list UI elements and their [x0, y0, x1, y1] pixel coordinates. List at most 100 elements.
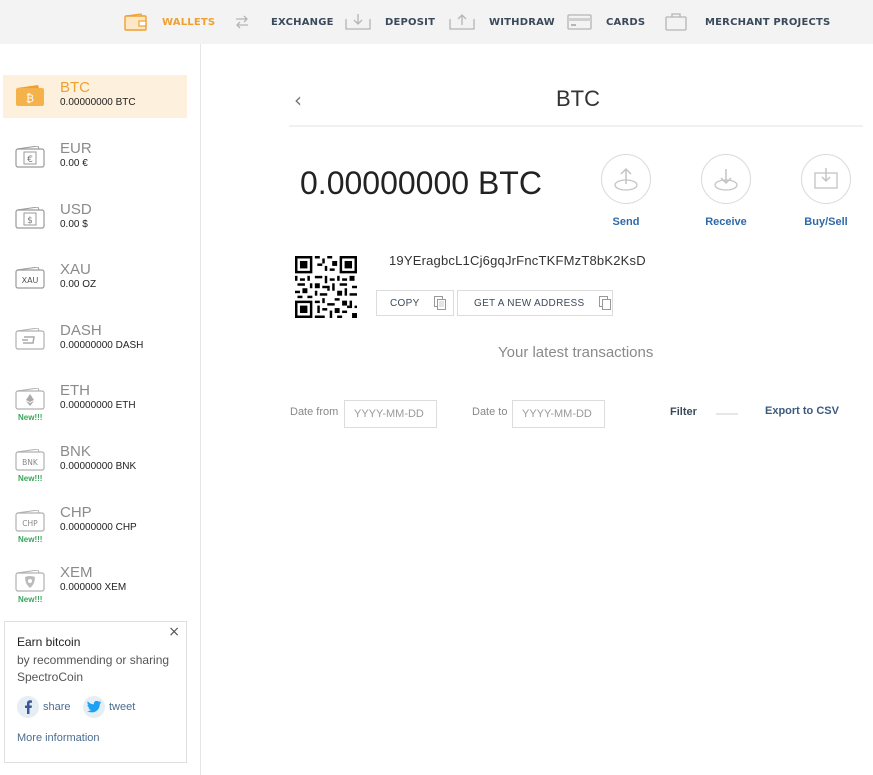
wallet-icon	[124, 12, 147, 31]
wallet-code: EUR	[60, 140, 92, 157]
new-badge: New!!!	[18, 413, 43, 422]
wallet-code: BTC	[60, 79, 90, 96]
exchange-arrows-icon	[236, 15, 248, 29]
nav-label: WITHDRAW	[489, 16, 555, 28]
copy-address-button[interactable]: COPY	[376, 290, 454, 316]
send-icon	[601, 154, 651, 204]
buy-sell-icon	[801, 154, 851, 204]
wallet-balance: 0.00 OZ	[60, 279, 97, 290]
card-icon	[567, 14, 592, 30]
send-label: Send	[612, 216, 640, 228]
wallet-balance: 0.00000000 BNK	[60, 461, 137, 472]
wallet-sidebar: ₿ BTC 0.00000000 BTC € EUR 0.00 € $ USD …	[0, 44, 201, 775]
new-badge: New!!!	[18, 595, 43, 604]
nav-exchange[interactable]: EXCHANGE	[234, 0, 334, 44]
svg-text:$: $	[27, 216, 33, 226]
wallet-item-btc[interactable]: ₿ BTC 0.00000000 BTC	[3, 75, 187, 118]
top-navigation: WALLETS EXCHANGE DEPOSIT WITHDRAW CARDS	[0, 0, 873, 44]
latest-transactions-heading: Your latest transactions	[498, 344, 654, 361]
promo-title: Earn bitcoin	[17, 635, 81, 649]
bitcoin-wallet-icon: ₿	[16, 85, 44, 106]
nav-cards[interactable]: CARDS	[567, 0, 645, 44]
wallet-code: XAU	[60, 261, 91, 278]
buy-sell-label: Buy/Sell	[804, 216, 848, 228]
wallet-balance: 0.00 €	[60, 158, 88, 169]
svg-text:₿: ₿	[26, 92, 34, 105]
nav-label: CARDS	[606, 16, 646, 28]
nav-withdraw[interactable]: WITHDRAW	[449, 0, 555, 44]
nav-label: WALLETS	[162, 16, 216, 28]
wallet-code: XEM	[60, 564, 93, 581]
dash-wallet-icon	[15, 328, 45, 350]
wallet-item-dash[interactable]: DASH 0.00000000 DASH	[3, 318, 187, 361]
date-to-label: Date to	[472, 406, 508, 418]
wallet-address[interactable]: 19YEragbcL1Cj6gqJrFncTKFMzT8bK2KsD	[389, 253, 646, 268]
buy-sell-button[interactable]: Buy/Sell	[791, 154, 861, 228]
receive-label: Receive	[705, 216, 747, 228]
send-button[interactable]: Send	[591, 154, 661, 228]
close-icon[interactable]: ×	[168, 624, 180, 640]
nav-label: DEPOSIT	[385, 16, 436, 28]
xem-wallet-icon	[15, 570, 45, 592]
tweet-label: tweet	[109, 701, 136, 713]
wallet-item-bnk[interactable]: BNK BNK 0.00000000 BNK New!!!	[3, 439, 187, 483]
gold-wallet-icon: XAU	[15, 267, 45, 289]
withdraw-icon	[449, 14, 475, 30]
more-information-link[interactable]: More information	[17, 732, 100, 744]
svg-text:XAU: XAU	[22, 276, 39, 285]
wallet-item-xem[interactable]: XEM 0.000000 XEM New!!!	[3, 560, 187, 604]
wallet-balance: 0.00000000 ETH	[60, 400, 136, 411]
wallet-balance: 0.00 $	[60, 219, 88, 230]
wallet-code: DASH	[60, 322, 102, 339]
twitter-icon	[83, 696, 105, 718]
ethereum-wallet-icon	[15, 388, 45, 410]
back-arrow-icon[interactable]: ‹	[294, 88, 302, 112]
title-divider	[289, 125, 863, 127]
new-badge: New!!!	[18, 474, 43, 483]
nav-merchant-projects[interactable]: MERCHANT PROJECTS	[665, 0, 830, 44]
bnk-wallet-icon: BNK	[15, 449, 45, 471]
wallet-balance: 0.00000000 CHP	[60, 522, 137, 533]
share-label: share	[43, 701, 71, 713]
wallet-item-xau[interactable]: XAU XAU 0.00 OZ	[3, 257, 187, 300]
wallet-balance: 0.00000000 BTC	[60, 97, 136, 108]
export-csv-button[interactable]: Export to CSV	[765, 405, 839, 417]
chp-wallet-icon: CHP	[15, 510, 45, 532]
deposit-icon	[345, 14, 371, 30]
briefcase-icon	[665, 13, 687, 31]
copy-icon	[598, 296, 611, 310]
wallet-balance-display: 0.00000000 BTC	[300, 165, 542, 201]
filter-button[interactable]: Filter	[670, 406, 697, 418]
date-from-input[interactable]	[344, 400, 437, 428]
page-title: BTC	[556, 86, 600, 111]
promo-text: by recommending or sharing SpectroCoin	[17, 653, 170, 684]
nav-wallets[interactable]: WALLETS	[124, 0, 215, 44]
dollar-wallet-icon: $	[15, 207, 45, 229]
wallet-item-eth[interactable]: ETH 0.00000000 ETH New!!!	[3, 378, 187, 422]
get-new-address-button[interactable]: GET A NEW ADDRESS	[457, 290, 613, 316]
receive-button[interactable]: Receive	[691, 154, 761, 228]
facebook-icon	[17, 696, 39, 718]
share-button[interactable]: share	[17, 696, 71, 718]
divider	[716, 413, 738, 415]
nav-deposit[interactable]: DEPOSIT	[345, 0, 435, 44]
wallet-code: ETH	[60, 382, 90, 399]
date-to-input[interactable]	[512, 400, 605, 428]
svg-text:CHP: CHP	[22, 519, 38, 528]
wallet-code: USD	[60, 201, 92, 218]
wallet-item-eur[interactable]: € EUR 0.00 €	[3, 136, 187, 179]
new-badge: New!!!	[18, 535, 43, 544]
nav-label: MERCHANT PROJECTS	[705, 16, 831, 28]
receive-icon	[701, 154, 751, 204]
copy-label: COPY	[390, 297, 420, 309]
tweet-button[interactable]: tweet	[83, 696, 135, 718]
wallet-item-usd[interactable]: $ USD 0.00 $	[3, 197, 187, 240]
wallet-item-chp[interactable]: CHP CHP 0.00000000 CHP New!!!	[3, 500, 187, 544]
new-address-label: GET A NEW ADDRESS	[474, 297, 585, 309]
svg-text:BNK: BNK	[22, 458, 39, 467]
earn-bitcoin-promo: × Earn bitcoin by recommending or sharin…	[4, 621, 187, 763]
euro-wallet-icon: €	[15, 146, 45, 168]
nav-label: EXCHANGE	[271, 16, 334, 28]
date-from-label: Date from	[290, 406, 339, 418]
svg-text:€: €	[27, 155, 33, 165]
